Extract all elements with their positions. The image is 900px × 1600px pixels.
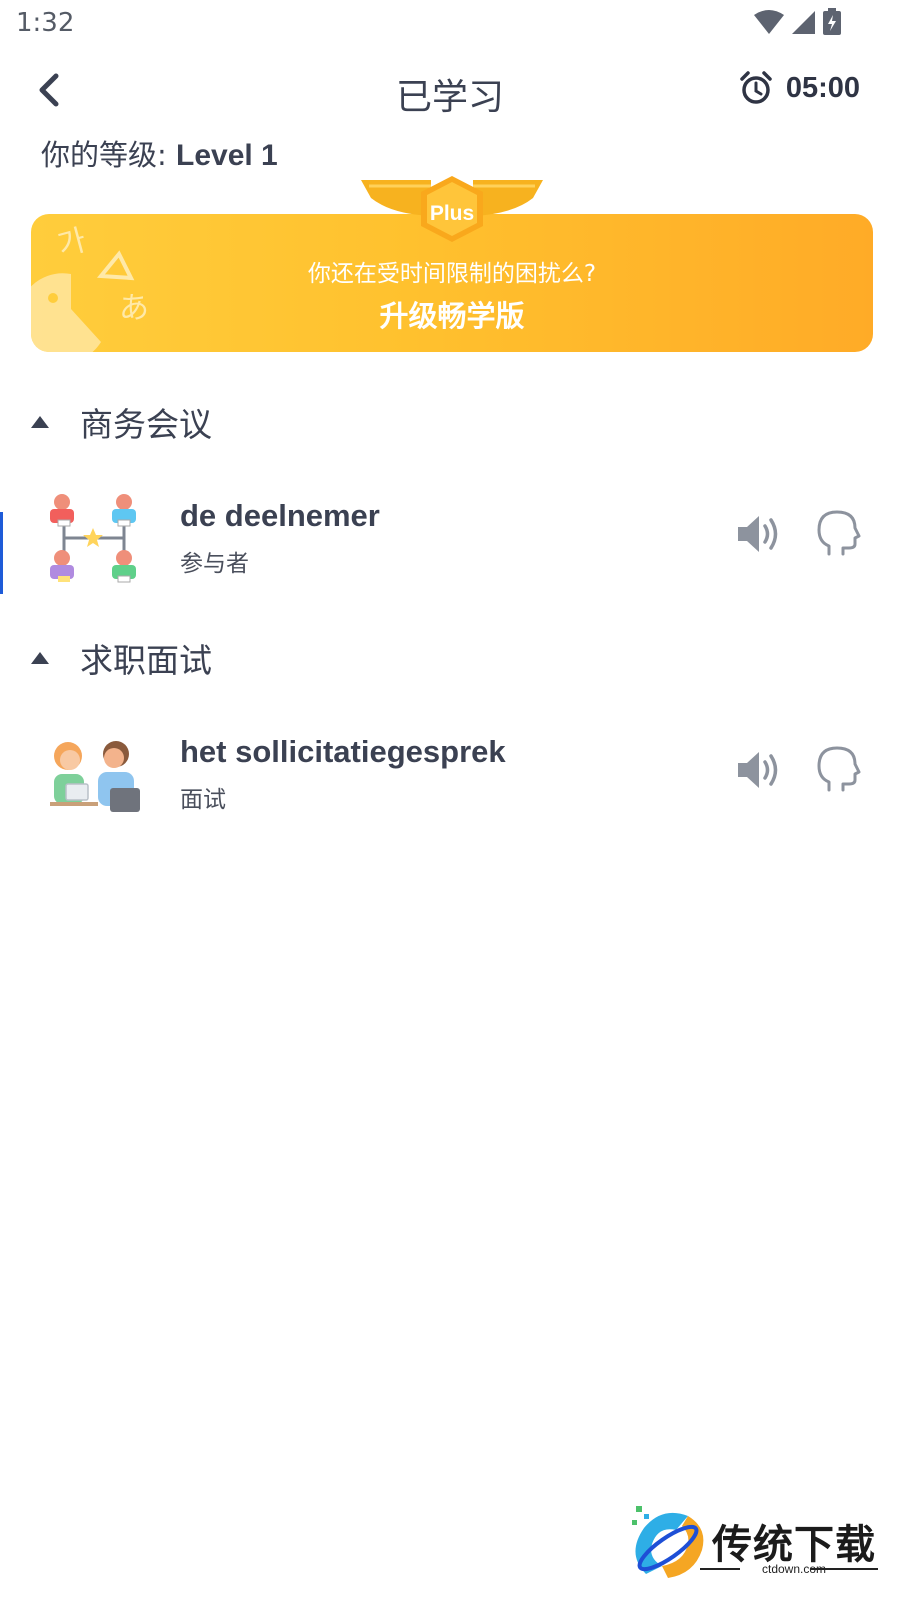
section-header-job-interview[interactable]: 求职面试 <box>30 634 212 682</box>
status-bar: 1:32 <box>0 0 900 48</box>
watermark-line-right <box>810 1568 878 1570</box>
section-title: 商务会议 <box>80 405 212 444</box>
speak-practice-button[interactable] <box>815 744 861 794</box>
level-label: 你的等级: <box>41 138 176 172</box>
level-row: 你的等级: Level 1 <box>41 132 278 174</box>
caret-up-icon <box>31 652 49 664</box>
promo-subtitle: 你还在受时间限制的困扰么? <box>307 261 597 287</box>
vocab-item-deelnemer[interactable]: de deelnemer 参与者 <box>0 482 900 602</box>
level-value: Level 1 <box>176 139 278 172</box>
speaker-icon <box>738 752 778 788</box>
speak-practice-button[interactable] <box>815 508 861 558</box>
speaking-head-icon <box>817 510 861 556</box>
vocab-item-sollicitatiegesprek[interactable]: het sollicitatiegesprek 面试 <box>0 718 900 838</box>
upgrade-banner[interactable]: 가 あ Plus 你还在受时间限制的困扰么? 升级畅学版 <box>31 176 873 352</box>
status-icons <box>754 8 842 36</box>
vocab-translation: 面试 <box>180 787 226 813</box>
battery-charging-icon <box>823 8 841 35</box>
play-audio-button[interactable] <box>735 746 783 794</box>
top-bar: 已学习 05:00 <box>0 56 900 126</box>
play-audio-button[interactable] <box>735 510 783 558</box>
caret-up-icon <box>31 416 49 428</box>
vocab-word: de deelnemer <box>180 498 380 533</box>
plus-badge-label: Plus <box>430 202 474 225</box>
alarm-clock-icon <box>740 71 772 104</box>
meeting-participants-icon <box>46 492 142 588</box>
vocab-word: het sollicitatiegesprek <box>180 734 506 769</box>
wifi-icon <box>754 10 784 34</box>
speaking-head-icon <box>817 746 861 792</box>
job-interview-icon <box>46 728 142 824</box>
watermark: 传统下载 ctdown.com <box>628 1504 878 1586</box>
plus-badge: Plus <box>361 176 543 252</box>
cell-signal-icon <box>792 11 815 34</box>
vocab-translation: 参与者 <box>180 551 249 577</box>
watermark-logo <box>632 1506 704 1578</box>
upgrade-cta[interactable]: 升级畅学版 <box>31 293 873 335</box>
status-time: 1:32 <box>16 8 75 38</box>
timer-value: 05:00 <box>785 71 860 104</box>
section-header-business-meeting[interactable]: 商务会议 <box>30 398 212 446</box>
speaker-icon <box>738 516 778 552</box>
section-title: 求职面试 <box>80 641 212 680</box>
timer[interactable]: 05:00 <box>738 70 860 106</box>
